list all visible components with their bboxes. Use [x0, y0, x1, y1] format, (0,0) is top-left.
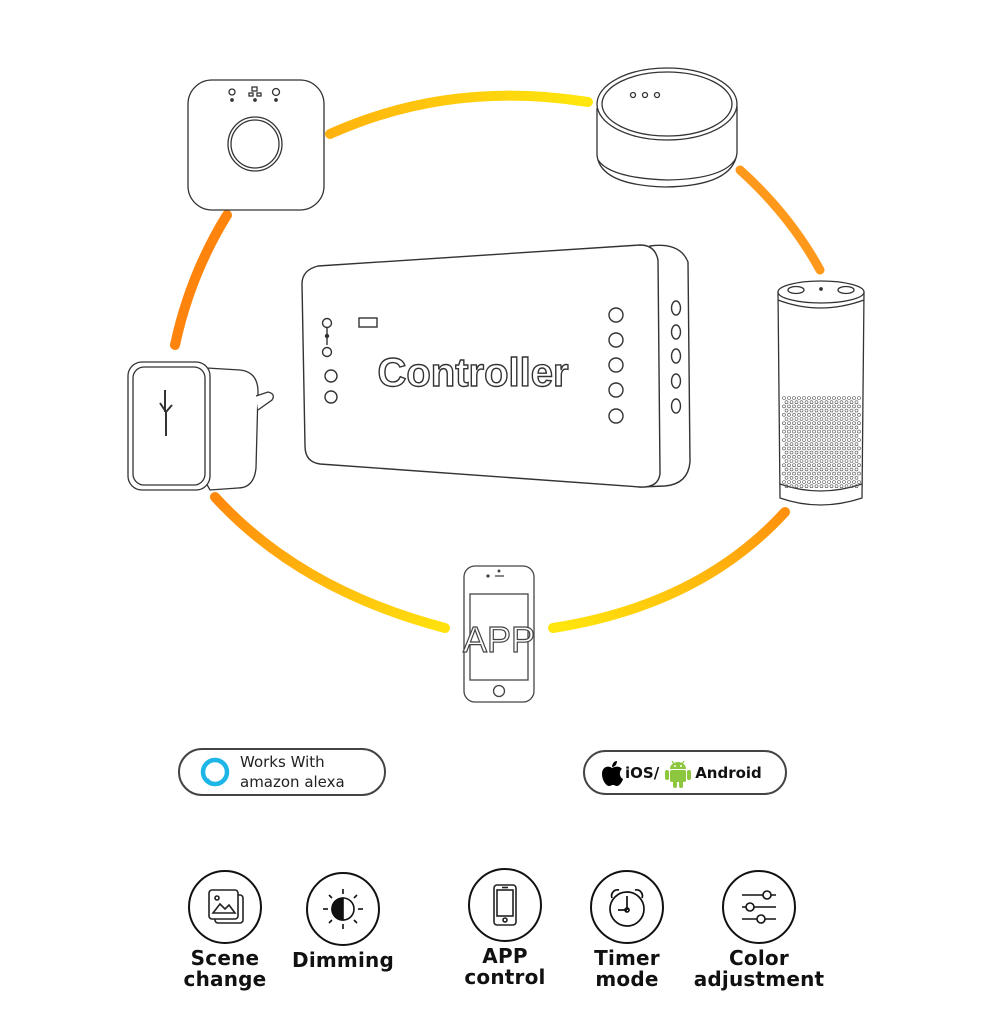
ecosystem-graphic: Controller APP: [127, 67, 865, 703]
timer-icon: [590, 870, 664, 944]
ios-android-badge: iOS/ Android: [583, 750, 787, 795]
feature-label-line2: control: [464, 965, 546, 989]
connection-arc-bottom-left: [210, 492, 450, 633]
hub-bridge-device: [187, 79, 325, 211]
feature-app-control: APP control: [450, 868, 560, 988]
works-with-alexa-badge: Works With amazon alexa: [178, 748, 386, 796]
plug-gateway-device: [127, 361, 274, 491]
android-icon: [665, 760, 692, 788]
feature-label-line1: Timer: [594, 946, 660, 970]
puck-speaker-device: [596, 67, 738, 188]
feature-color-adjustment: Color adjustment: [692, 870, 826, 990]
android-label: Android: [695, 763, 762, 782]
apple-icon: [602, 760, 623, 786]
app-control-icon: [468, 868, 542, 942]
feature-label-line1: APP: [482, 944, 528, 968]
feature-timer-mode: Timer mode: [572, 870, 682, 990]
dimming-icon: [306, 872, 380, 946]
alexa-ring-icon: [200, 757, 230, 787]
feature-label-line2: mode: [595, 967, 659, 991]
connection-arc-top: [325, 90, 593, 139]
app-label: APP: [463, 619, 535, 660]
cylinder-speaker-device: [777, 280, 865, 506]
alexa-badge-line2: amazon alexa: [240, 773, 345, 791]
scene-change-icon: [188, 870, 262, 944]
connection-arc-left-upper: [170, 210, 232, 350]
feature-scene-change: Scene change: [170, 870, 280, 990]
connection-arc-top-right: [735, 165, 825, 275]
feature-label-line2: adjustment: [693, 967, 825, 991]
feature-label-line1: Scene: [190, 946, 260, 970]
feature-label-line2: change: [183, 967, 267, 991]
smart-controller-diagram: Controller APP Works With amazon alexa i…: [0, 0, 1000, 1031]
ios-label: iOS/: [625, 763, 660, 782]
connection-arc-bottom-right: [548, 507, 790, 633]
controller-label: Controller: [377, 351, 568, 395]
alexa-badge-line1: Works With: [240, 753, 325, 771]
feature-label-line1: Dimming: [292, 948, 394, 972]
feature-dimming: Dimming: [288, 872, 398, 971]
color-adjust-icon: [722, 870, 796, 944]
feature-label-line1: Color: [729, 946, 789, 970]
